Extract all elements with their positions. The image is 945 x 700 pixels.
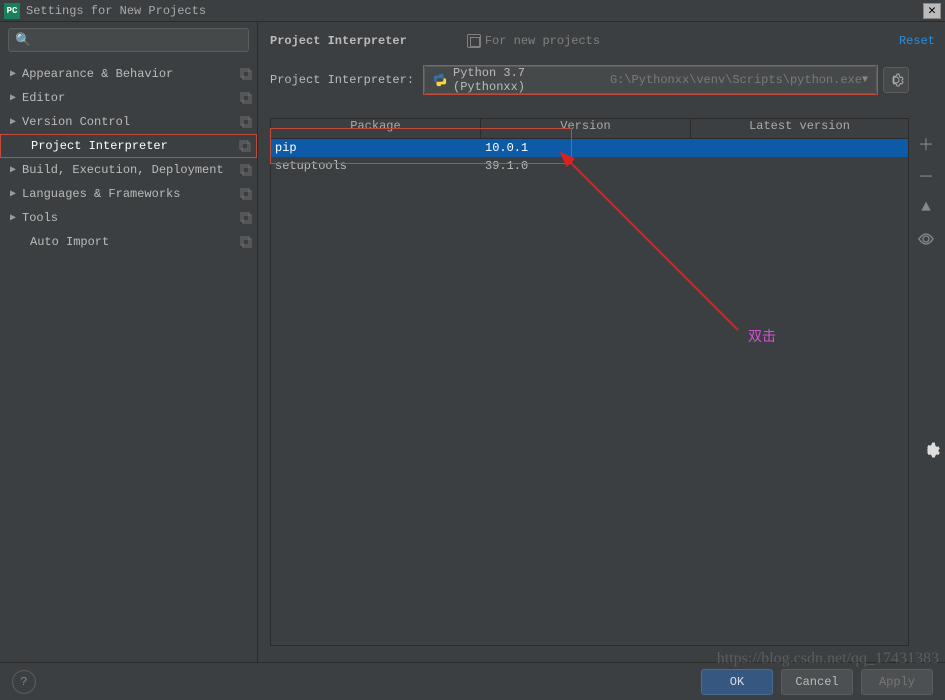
col-version[interactable]: Version [481, 119, 691, 138]
upgrade-package-button[interactable]: ▲ [913, 194, 939, 220]
sidebar-item-appearance[interactable]: ▶ Appearance & Behavior [0, 62, 257, 86]
chevron-right-icon: ▶ [10, 164, 22, 176]
chevron-down-icon: ▼ [862, 75, 868, 86]
sidebar-item-project-interpreter[interactable]: Project Interpreter [0, 134, 257, 158]
copy-icon [238, 139, 252, 153]
search-input[interactable] [35, 33, 242, 47]
window-title: Settings for New Projects [26, 4, 206, 18]
copy-icon [239, 235, 253, 249]
reset-link[interactable]: Reset [899, 34, 935, 48]
pycharm-icon: PC [4, 3, 20, 19]
chevron-right-icon: ▶ [10, 68, 22, 80]
settings-content: Project Interpreter For new projects Res… [258, 22, 945, 662]
settings-sidebar: 🔍 ▶ Appearance & Behavior ▶ Editor ▶ Ver… [0, 22, 258, 662]
copy-icon [239, 163, 253, 177]
table-header: Package Version Latest version [271, 119, 908, 139]
help-button[interactable]: ? [12, 670, 36, 694]
copy-icon [239, 211, 253, 225]
add-package-button[interactable]: ＋ [913, 130, 939, 156]
search-input-box[interactable]: 🔍 [8, 28, 249, 52]
page-title: Project Interpreter [270, 34, 407, 48]
search-icon: 🔍 [15, 33, 31, 48]
watermark: https://blog.csdn.net/qq_17431383 [717, 650, 939, 668]
sidebar-item-auto-import[interactable]: Auto Import [0, 230, 257, 254]
interpreter-path: G:\Pythonxx\venv\Scripts\python.exe [610, 73, 862, 87]
package-toolbar: ＋ － ▲ [913, 130, 939, 252]
breadcrumb: Project Interpreter For new projects Res… [270, 28, 945, 54]
packages-table: Package Version Latest version pip 10.0.… [270, 118, 909, 646]
sidebar-item-version-control[interactable]: ▶ Version Control [0, 110, 257, 134]
titlebar: PC Settings for New Projects ✕ [0, 0, 945, 22]
chevron-right-icon: ▶ [10, 116, 22, 128]
ok-button[interactable]: OK [701, 669, 773, 695]
chevron-right-icon: ▶ [10, 188, 22, 200]
apply-button[interactable]: Apply [861, 669, 933, 695]
copy-icon [467, 34, 481, 48]
show-early-releases-button[interactable] [913, 226, 939, 252]
sidebar-item-languages-frameworks[interactable]: ▶ Languages & Frameworks [0, 182, 257, 206]
col-package[interactable]: Package [271, 119, 481, 138]
interpreter-name: Python 3.7 (Pythonxx) [453, 66, 604, 94]
col-latest[interactable]: Latest version [691, 119, 908, 138]
table-row-setuptools[interactable]: setuptools 39.1.0 [271, 157, 908, 175]
interpreter-dropdown[interactable]: Python 3.7 (Pythonxx) G:\Pythonxx\venv\S… [424, 66, 877, 94]
sidebar-item-editor[interactable]: ▶ Editor [0, 86, 257, 110]
copy-icon [239, 115, 253, 129]
eye-icon [917, 233, 935, 245]
settings-tree: ▶ Appearance & Behavior ▶ Editor ▶ Versi… [0, 58, 257, 254]
python-icon [433, 73, 447, 87]
gear-icon [888, 72, 904, 88]
sidebar-item-tools[interactable]: ▶ Tools [0, 206, 257, 230]
copy-icon [239, 187, 253, 201]
chevron-right-icon: ▶ [10, 92, 22, 104]
interpreter-label: Project Interpreter: [270, 73, 414, 87]
close-button[interactable]: ✕ [923, 3, 941, 19]
cancel-button[interactable]: Cancel [781, 669, 853, 695]
page-subtitle: For new projects [467, 34, 600, 48]
interpreter-settings-button[interactable] [883, 67, 909, 93]
annotation-label: 双击 [748, 326, 776, 346]
table-row-pip[interactable]: pip 10.0.1 [271, 139, 908, 157]
copy-icon [239, 67, 253, 81]
remove-package-button[interactable]: － [913, 162, 939, 188]
sidebar-item-build-execution[interactable]: ▶ Build, Execution, Deployment [0, 158, 257, 182]
chevron-right-icon: ▶ [10, 212, 22, 224]
copy-icon [239, 91, 253, 105]
